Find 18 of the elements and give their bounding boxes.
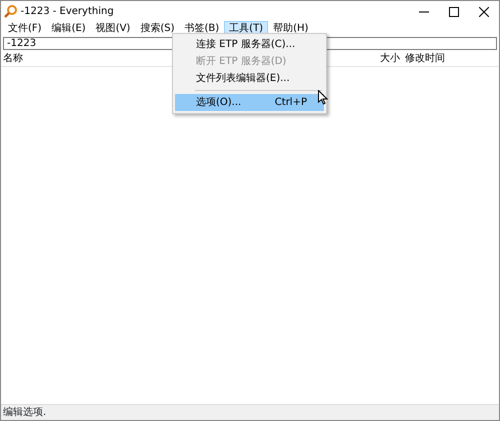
menu-item[interactable]: 书签(B) [180, 21, 224, 36]
menu-item[interactable]: 帮助(H) [268, 21, 314, 36]
magnifier-icon [4, 5, 16, 18]
mouse-pointer-icon [318, 90, 328, 105]
menu-item[interactable]: 视图(V) [90, 21, 136, 36]
column-header[interactable]: 名称 [3, 51, 23, 66]
menu-item[interactable]: 编辑(E) [46, 21, 91, 36]
menu-item[interactable]: 文件(F) [3, 21, 47, 36]
menu-option[interactable]: 选项(O)... Ctrl+P [175, 94, 324, 111]
menu-item[interactable]: 搜索(S) [135, 21, 180, 36]
menu-option[interactable]: 文件列表编辑器(E)... [175, 70, 324, 87]
status-text: 编辑选项. [3, 406, 46, 420]
window-title: -1223 - Everything [20, 5, 114, 19]
column-header[interactable]: 大小 [380, 51, 400, 66]
maximize-icon [449, 6, 459, 16]
close-icon [479, 6, 489, 16]
column-header[interactable]: 修改时间 [405, 51, 445, 66]
menu-option[interactable]: 连接 ETP 服务器(C)... [175, 36, 324, 53]
